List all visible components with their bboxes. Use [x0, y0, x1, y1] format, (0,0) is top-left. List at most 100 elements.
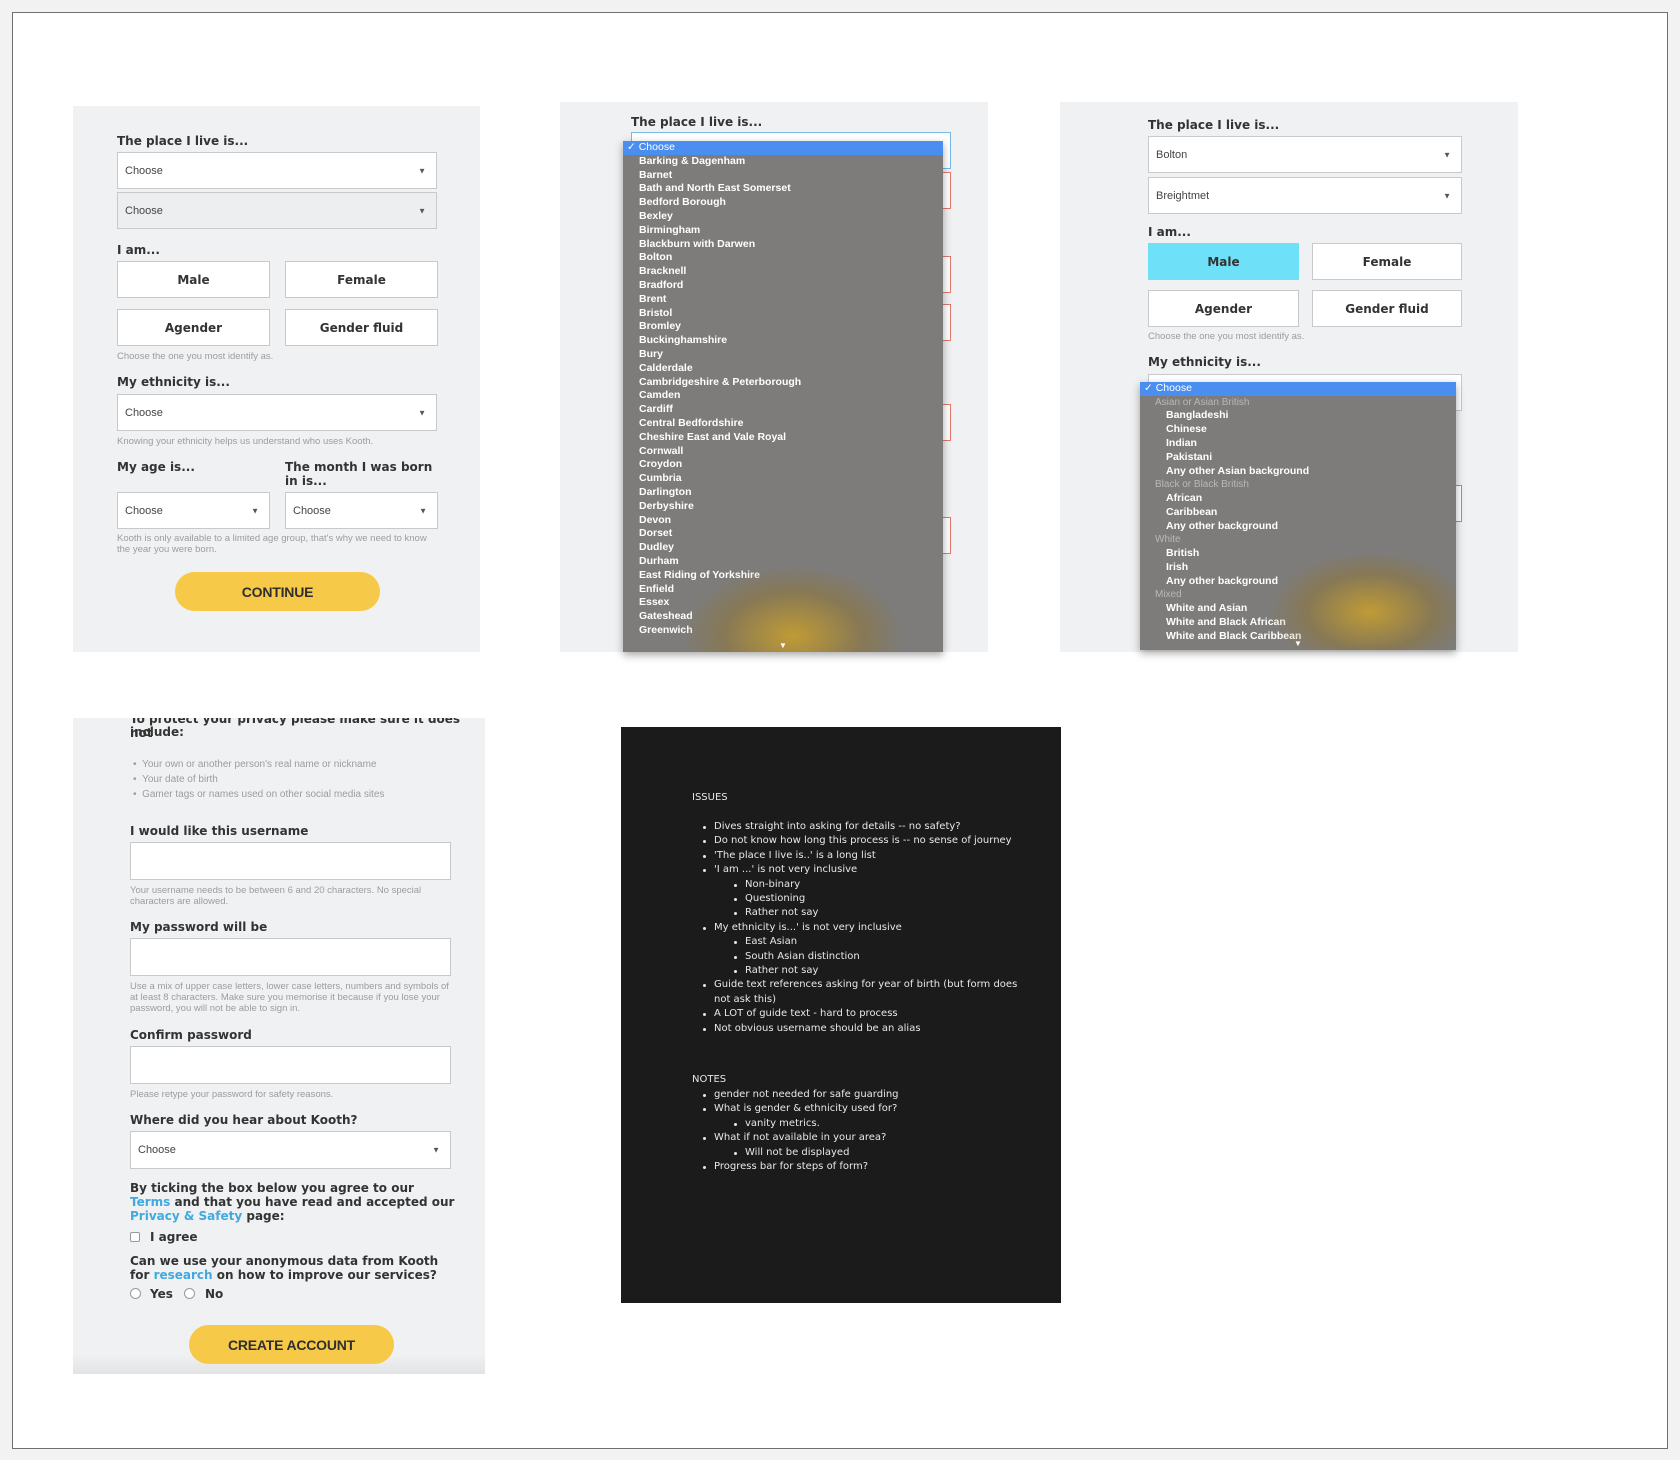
dropdown-option[interactable]: Bolton: [623, 251, 943, 265]
dropdown-option[interactable]: Cardiff: [623, 403, 943, 417]
list-item: gender not needed for safe guarding: [714, 1089, 899, 1100]
dropdown-option[interactable]: Dorset: [623, 527, 943, 541]
dropdown-option[interactable]: Cheshire East and Vale Royal: [623, 431, 943, 445]
ethnicity-dropdown-list[interactable]: ✓ Choose Asian or Asian British Bangladesh…: [1140, 382, 1456, 650]
bullet-icon: [734, 970, 737, 973]
dropdown-option[interactable]: Pakistani: [1140, 451, 1456, 465]
dropdown-option[interactable]: Cambridgeshire & Peterborough: [623, 376, 943, 390]
dropdown-option[interactable]: Caribbean: [1140, 506, 1456, 520]
birth-month-label: The month I was born in is...: [285, 460, 433, 488]
password-input[interactable]: [130, 938, 451, 976]
dropdown-option[interactable]: African: [1140, 492, 1456, 506]
list-item: Non-binary: [745, 878, 801, 890]
dropdown-option[interactable]: Any other Asian background: [1140, 465, 1456, 479]
gender-fluid-button[interactable]: Gender fluid: [1312, 290, 1462, 327]
gender-agender-button[interactable]: Agender: [117, 309, 270, 346]
dropdown-option[interactable]: Camden: [623, 389, 943, 403]
area-select[interactable]: Choose ▼: [117, 192, 437, 229]
dropdown-option[interactable]: East Riding of Yorkshire: [623, 569, 943, 583]
age-select[interactable]: Choose ▼: [117, 492, 270, 529]
ethnicity-label: My ethnicity is...: [1148, 355, 1261, 369]
dropdown-option[interactable]: Chinese: [1140, 423, 1456, 437]
password-label: My password will be: [130, 920, 268, 934]
dropdown-option[interactable]: Devon: [623, 514, 943, 528]
dropdown-option[interactable]: Gateshead: [623, 610, 943, 624]
list-item: 'The place I live is..' is a long list: [714, 849, 876, 861]
privacy-safety-link[interactable]: Privacy & Safety: [130, 1209, 242, 1223]
dropdown-option[interactable]: Enfield: [623, 583, 943, 597]
research-yes-radio[interactable]: [130, 1288, 141, 1299]
place-dropdown-list[interactable]: ✓ Choose Barking & Dagenham Barnet Bath and…: [623, 141, 943, 652]
dropdown-option-selected[interactable]: ✓ Choose: [623, 141, 943, 155]
dropdown-option[interactable]: Darlington: [623, 486, 943, 500]
list-item: Not obvious username should be an alias: [714, 1022, 921, 1034]
dropdown-option[interactable]: Bracknell: [623, 265, 943, 279]
gender-male-button[interactable]: Male: [1148, 243, 1299, 280]
dropdown-option[interactable]: Birmingham: [623, 224, 943, 238]
list-item: South Asian distinction: [745, 950, 860, 962]
dropdown-option[interactable]: Any other background: [1140, 575, 1456, 589]
dropdown-option[interactable]: Buckinghamshire: [623, 334, 943, 348]
continue-button[interactable]: CONTINUE: [175, 572, 380, 611]
scroll-down-arrow-icon[interactable]: ▼: [779, 641, 787, 650]
dropdown-option[interactable]: Central Bedfordshire: [623, 417, 943, 431]
dropdown-option[interactable]: Cornwall: [623, 445, 943, 459]
research-link[interactable]: research: [154, 1268, 213, 1282]
place-select[interactable]: Choose ▼: [117, 152, 437, 189]
bullet-icon: [703, 840, 706, 844]
dropdown-option[interactable]: White and Asian: [1140, 602, 1456, 616]
dropdown-option[interactable]: Bradford: [623, 279, 943, 293]
form-panel-ethnicity-dropdown: The place I live is... Bolton ▼ Breightm…: [1060, 102, 1518, 652]
dropdown-option[interactable]: Barnet: [623, 169, 943, 183]
dropdown-option[interactable]: Durham: [623, 555, 943, 569]
dropdown-option[interactable]: Bristol: [623, 307, 943, 321]
dropdown-option[interactable]: Calderdale: [623, 362, 943, 376]
dropdown-option[interactable]: British: [1140, 547, 1456, 561]
dropdown-option[interactable]: Irish: [1140, 561, 1456, 575]
gender-fluid-button[interactable]: Gender fluid: [285, 309, 438, 346]
create-account-button[interactable]: CREATE ACCOUNT: [189, 1325, 394, 1364]
confirm-password-input[interactable]: [130, 1046, 451, 1084]
dropdown-option[interactable]: Indian: [1140, 437, 1456, 451]
dropdown-option[interactable]: Cumbria: [623, 472, 943, 486]
dropdown-option[interactable]: Bexley: [623, 210, 943, 224]
gender-male-button[interactable]: Male: [117, 261, 270, 298]
dropdown-option[interactable]: Brent: [623, 293, 943, 307]
scroll-down-arrow-icon[interactable]: ▼: [1294, 639, 1302, 648]
dropdown-option[interactable]: Barking & Dagenham: [623, 155, 943, 169]
dropdown-group-label: White: [1155, 534, 1181, 546]
dropdown-option[interactable]: Blackburn with Darwen: [623, 238, 943, 252]
dropdown-option[interactable]: Bromley: [623, 320, 943, 334]
agree-checkbox[interactable]: [130, 1232, 140, 1242]
place-select[interactable]: Bolton ▼: [1148, 136, 1462, 173]
username-input[interactable]: [130, 842, 451, 880]
gender-agender-button[interactable]: Agender: [1148, 290, 1299, 327]
hear-about-select[interactable]: Choose ▼: [130, 1131, 451, 1169]
birth-month-select[interactable]: Choose ▼: [285, 492, 438, 529]
list-item: Rather not say: [745, 907, 819, 919]
terms-link[interactable]: Terms: [130, 1195, 170, 1209]
gender-female-button[interactable]: Female: [1312, 243, 1462, 280]
dropdown-option[interactable]: Bedford Borough: [623, 196, 943, 210]
ethnicity-select[interactable]: Choose ▼: [117, 394, 437, 431]
dropdown-option[interactable]: Dudley: [623, 541, 943, 555]
age-hint: Kooth is only available to a limited age…: [117, 533, 427, 555]
dropdown-option[interactable]: Bury: [623, 348, 943, 362]
dropdown-option-selected[interactable]: ✓ Choose: [1140, 382, 1456, 396]
area-select[interactable]: Breightmet ▼: [1148, 177, 1462, 214]
list-item: My ethnicity is...' is not very inclusiv…: [714, 921, 902, 933]
dropdown-option[interactable]: White and Black African: [1140, 616, 1456, 630]
ethnicity-label: My ethnicity is...: [117, 375, 230, 389]
dropdown-option[interactable]: Bath and North East Somerset: [623, 182, 943, 196]
dropdown-option[interactable]: Any other background: [1140, 520, 1456, 534]
privacy-include: include:: [130, 725, 184, 739]
dropdown-option[interactable]: Essex: [623, 596, 943, 610]
dropdown-option[interactable]: Greenwich: [623, 624, 943, 638]
research-no-radio[interactable]: [184, 1288, 195, 1299]
dropdown-option[interactable]: Bangladeshi: [1140, 409, 1456, 423]
dropdown-group-label: Mixed: [1155, 589, 1182, 601]
birth-month-select-value: Choose: [293, 504, 331, 517]
gender-female-button[interactable]: Female: [285, 261, 438, 298]
dropdown-option[interactable]: Croydon: [623, 458, 943, 472]
dropdown-option[interactable]: Derbyshire: [623, 500, 943, 514]
